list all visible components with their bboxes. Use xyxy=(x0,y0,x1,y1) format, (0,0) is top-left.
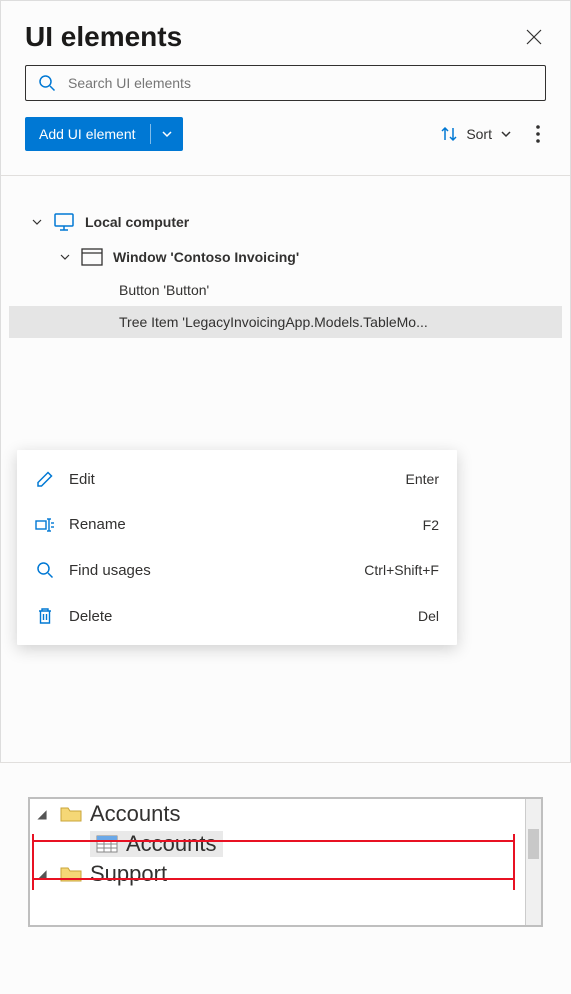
scrollbar[interactable] xyxy=(525,799,541,925)
tree-item[interactable]: Button 'Button' xyxy=(9,274,562,306)
computer-icon xyxy=(53,212,75,232)
more-vertical-icon xyxy=(536,125,540,143)
close-button[interactable] xyxy=(522,25,546,49)
preview-label: Accounts xyxy=(90,801,181,827)
chevron-down-icon xyxy=(59,251,71,263)
folder-icon xyxy=(60,865,82,883)
chevron-down-icon xyxy=(31,216,43,228)
element-preview-panel: ◢ Accounts Accounts ◢ Support xyxy=(0,762,571,994)
preview-screenshot: ◢ Accounts Accounts ◢ Support xyxy=(28,797,543,927)
preview-label: Support xyxy=(90,861,167,887)
context-item-shortcut: F2 xyxy=(423,517,439,533)
tree-node-label: Local computer xyxy=(85,214,189,230)
context-menu: Edit Enter Rename F2 Find usages Ctrl+Sh… xyxy=(17,450,457,645)
table-icon xyxy=(96,835,118,853)
panel-title: UI elements xyxy=(25,21,182,53)
sort-icon xyxy=(440,125,458,143)
delete-icon xyxy=(35,607,55,625)
tree-item-label: Button 'Button' xyxy=(119,282,209,298)
find-icon xyxy=(35,561,55,579)
preview-label: Accounts xyxy=(126,831,217,857)
context-item-shortcut: Enter xyxy=(406,471,439,487)
rename-icon xyxy=(35,517,55,533)
window-icon xyxy=(81,248,103,266)
search-box[interactable] xyxy=(25,65,546,101)
sort-button[interactable]: Sort xyxy=(434,121,518,147)
sort-label: Sort xyxy=(466,126,492,142)
tree-node-window[interactable]: Window 'Contoso Invoicing' xyxy=(9,240,562,274)
more-options-button[interactable] xyxy=(530,119,546,149)
ui-elements-tree: Local computer Window 'Contoso Invoicing… xyxy=(1,175,570,338)
context-item-label: Rename xyxy=(69,516,409,533)
context-menu-edit[interactable]: Edit Enter xyxy=(17,456,457,502)
context-item-shortcut: Ctrl+Shift+F xyxy=(364,562,439,578)
close-icon xyxy=(526,29,542,45)
expand-icon: ◢ xyxy=(32,867,52,881)
search-input[interactable] xyxy=(68,75,533,91)
tree-item-label: Tree Item 'LegacyInvoicingApp.Models.Tab… xyxy=(119,314,428,330)
context-menu-find-usages[interactable]: Find usages Ctrl+Shift+F xyxy=(17,547,457,593)
context-item-shortcut: Del xyxy=(418,608,439,624)
add-ui-element-button[interactable]: Add UI element xyxy=(25,117,183,151)
add-dropdown-button[interactable] xyxy=(151,128,183,140)
chevron-down-icon xyxy=(161,128,173,140)
add-button-label: Add UI element xyxy=(25,126,150,142)
search-icon xyxy=(38,74,56,92)
tree-item[interactable]: Tree Item 'LegacyInvoicingApp.Models.Tab… xyxy=(9,306,562,338)
tree-node-local-computer[interactable]: Local computer xyxy=(9,204,562,240)
edit-icon xyxy=(35,470,55,488)
chevron-down-icon xyxy=(500,128,512,140)
tree-node-label: Window 'Contoso Invoicing' xyxy=(113,249,299,265)
context-item-label: Delete xyxy=(69,608,404,625)
context-item-label: Find usages xyxy=(69,562,350,579)
context-menu-delete[interactable]: Delete Del xyxy=(17,593,457,639)
context-item-label: Edit xyxy=(69,471,392,488)
context-menu-rename[interactable]: Rename F2 xyxy=(17,502,457,547)
folder-icon xyxy=(60,805,82,823)
expand-icon: ◢ xyxy=(32,807,52,821)
